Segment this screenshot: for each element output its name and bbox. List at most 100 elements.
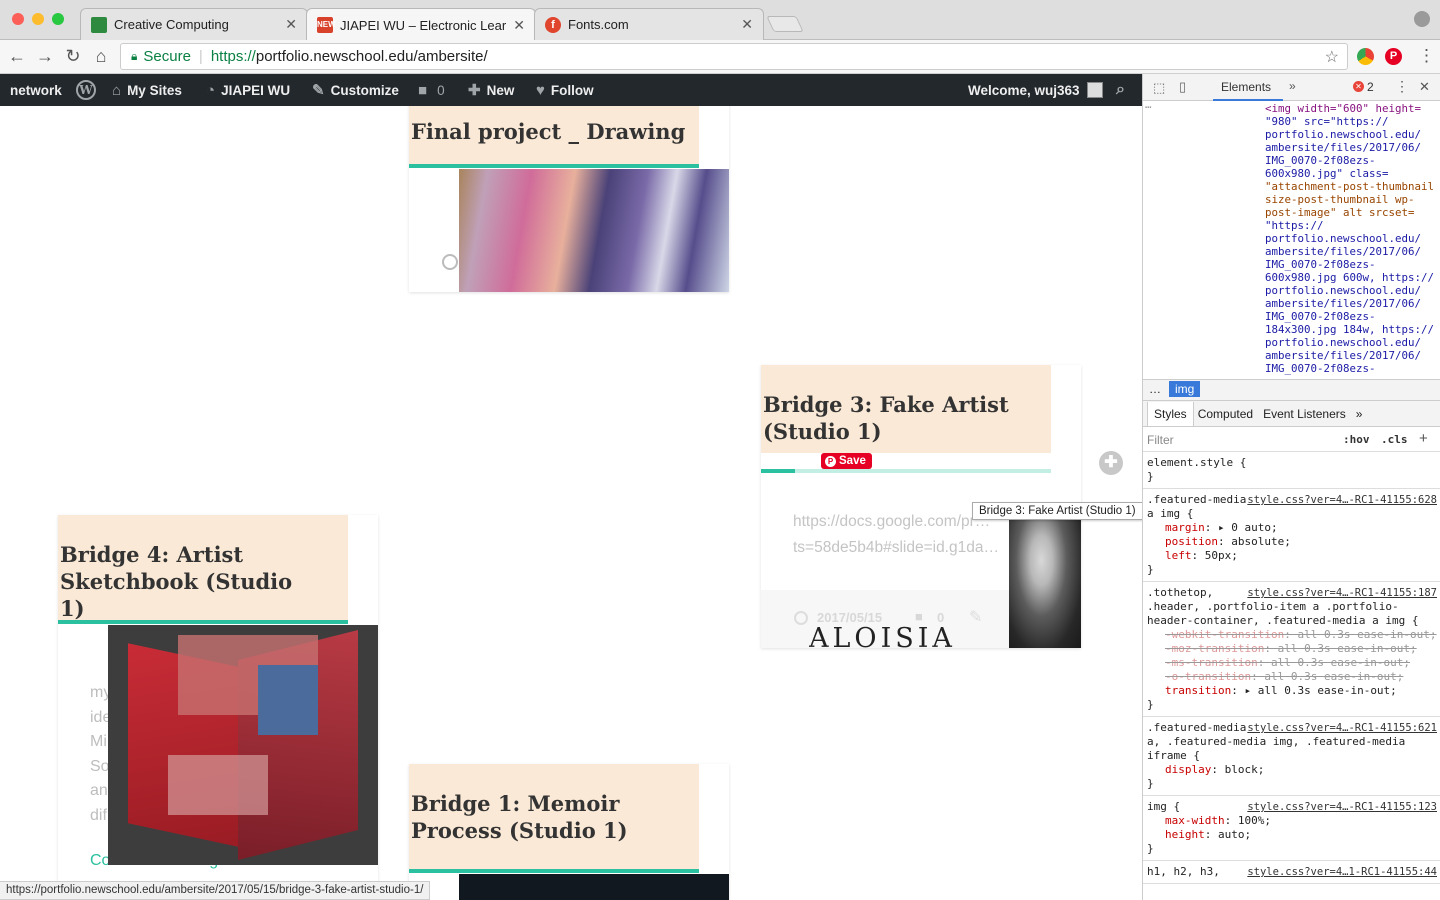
css-declaration[interactable]: display: block; bbox=[1147, 763, 1437, 777]
rule-source-link[interactable]: style.css?ver=4…-RC1-41155:621 bbox=[1247, 721, 1437, 735]
hov-toggle[interactable]: :hov bbox=[1343, 433, 1370, 446]
portfolio-card-final-project[interactable]: Final project _ Drawing bbox=[409, 106, 729, 292]
css-property: left bbox=[1165, 549, 1192, 562]
portfolio-card-bridge-1[interactable]: Bridge 1: Memoir Process (Studio 1) bbox=[409, 764, 729, 900]
tab-computed[interactable]: Computed bbox=[1198, 407, 1253, 421]
zoom-window-button[interactable] bbox=[52, 13, 64, 25]
css-rule[interactable]: style.css?ver=4…-RC1-41155:123 img {max-w… bbox=[1143, 796, 1440, 861]
tab-elements[interactable]: Elements bbox=[1221, 80, 1271, 94]
css-declaration[interactable]: max-width: 100%; bbox=[1147, 814, 1437, 828]
comments-link[interactable]: ■ 0 bbox=[418, 74, 445, 106]
source-line: IMG_0070-2f08ezs- bbox=[1265, 154, 1376, 167]
reload-icon[interactable]: ↻ bbox=[62, 46, 84, 67]
address-bar[interactable]: 🔒︎ Secure | https:// portfolio.newschool… bbox=[120, 43, 1348, 70]
breadcrumb-img[interactable]: img bbox=[1169, 381, 1201, 397]
search-icon[interactable]: ⌕ bbox=[1116, 74, 1125, 106]
new-tab-button[interactable] bbox=[766, 16, 804, 32]
site-name-menu[interactable]: ◔ JIAPEI WU bbox=[206, 74, 290, 106]
css-property: -ms-transition bbox=[1165, 656, 1258, 669]
follow-label: Follow bbox=[550, 82, 594, 98]
browser-tab[interactable]: Creative Computing ✕ bbox=[80, 8, 308, 40]
css-value: all 0.3s ease-in-out; bbox=[1297, 628, 1437, 641]
portrait-image[interactable] bbox=[1009, 513, 1081, 648]
my-sites-menu[interactable]: ⌂ My Sites bbox=[112, 74, 182, 106]
error-icon[interactable]: ✕ bbox=[1353, 81, 1364, 92]
devtools-menu-icon[interactable]: ⋮ bbox=[1395, 78, 1409, 95]
dom-source[interactable]: … <img width="600" height= "980" src="htt… bbox=[1143, 102, 1440, 379]
css-declaration[interactable]: position: absolute; bbox=[1147, 535, 1437, 549]
back-icon[interactable]: ← bbox=[6, 46, 28, 67]
rule-source-link[interactable]: style.css?ver=4…-RC1-41155:187 bbox=[1247, 586, 1437, 600]
pinterest-save-button[interactable]: P Save bbox=[821, 453, 872, 469]
card-title[interactable]: Bridge 3: Fake Artist (Studio 1) bbox=[763, 391, 1023, 445]
follow-button[interactable]: ♥ Follow bbox=[536, 74, 594, 106]
close-window-button[interactable] bbox=[12, 13, 24, 25]
rule-close-brace: } bbox=[1147, 842, 1154, 855]
wordpress-logo[interactable]: W bbox=[76, 74, 96, 106]
customize-label: Customize bbox=[330, 82, 399, 98]
edit-icon[interactable]: ✎ bbox=[969, 607, 982, 627]
device-toolbar-icon[interactable]: ▯ bbox=[1179, 79, 1186, 95]
expand-icon[interactable]: ✚ bbox=[1099, 451, 1123, 475]
featured-image[interactable] bbox=[459, 169, 729, 292]
css-colon: : bbox=[1211, 763, 1225, 776]
account-menu[interactable]: Welcome, wuj363 bbox=[968, 74, 1103, 106]
ellipsis-icon: … bbox=[1145, 102, 1152, 111]
css-declaration[interactable]: left: 50px; bbox=[1147, 549, 1437, 563]
network-menu[interactable]: network bbox=[10, 74, 62, 106]
css-rule[interactable]: element.style {} bbox=[1143, 452, 1440, 489]
comments-count[interactable]: 0 bbox=[937, 610, 944, 625]
css-declaration[interactable]: -moz-transition: all 0.3s ease-in-out; bbox=[1147, 642, 1437, 656]
featured-image[interactable] bbox=[459, 874, 729, 900]
card-title[interactable]: Bridge 1: Memoir Process (Studio 1) bbox=[411, 790, 671, 844]
css-declaration[interactable]: margin: ▸ 0 auto; bbox=[1147, 521, 1437, 535]
css-rule[interactable]: style.css?ver=4…1-RC1-41155:44 h1, h2, h3… bbox=[1143, 861, 1440, 884]
breadcrumb-ellipsis[interactable]: … bbox=[1149, 382, 1161, 396]
pinterest-extension-icon[interactable]: P bbox=[1385, 48, 1402, 65]
customize-link[interactable]: ✎ Customize bbox=[312, 74, 399, 106]
css-declaration[interactable]: -ms-transition: all 0.3s ease-in-out; bbox=[1147, 656, 1437, 670]
filter-input[interactable]: Filter bbox=[1147, 433, 1174, 447]
portfolio-card-bridge-4[interactable]: Bridge 4: Artist Sketchbook (Studio 1) m… bbox=[58, 515, 378, 900]
source-line: IMG_0070-2f08ezs- bbox=[1265, 362, 1376, 375]
close-tab-icon[interactable]: ✕ bbox=[285, 16, 297, 33]
featured-image[interactable] bbox=[108, 625, 378, 865]
extension-icon[interactable] bbox=[1357, 48, 1374, 65]
css-rule[interactable]: style.css?ver=4…-RC1-41155:187 .tothetop,… bbox=[1143, 582, 1440, 717]
close-tab-icon[interactable]: ✕ bbox=[513, 17, 525, 34]
cls-toggle[interactable]: .cls bbox=[1381, 433, 1408, 446]
menu-icon[interactable]: ⋮ bbox=[1418, 46, 1435, 66]
more-tabs-icon[interactable]: » bbox=[1289, 79, 1296, 93]
css-value: auto; bbox=[1218, 828, 1252, 841]
card-title[interactable]: Final project _ Drawing bbox=[411, 118, 685, 145]
bookmark-star-icon[interactable]: ☆ bbox=[1325, 47, 1339, 67]
inspect-element-icon[interactable]: ⬚ bbox=[1153, 80, 1165, 96]
forward-icon[interactable]: → bbox=[34, 46, 56, 67]
css-rule[interactable]: style.css?ver=4…-RC1-41155:628 .featured-… bbox=[1143, 489, 1440, 582]
post-date[interactable]: 2017/05/15 bbox=[817, 610, 882, 625]
card-title[interactable]: Bridge 4: Artist Sketchbook (Studio 1) bbox=[60, 541, 320, 622]
add-rule-icon[interactable]: + bbox=[1419, 430, 1428, 447]
browser-tab[interactable]: f Fonts.com ✕ bbox=[534, 8, 764, 40]
new-content-menu[interactable]: ✚ New bbox=[468, 74, 514, 106]
home-icon[interactable]: ⌂ bbox=[90, 46, 112, 67]
rule-source-link[interactable]: style.css?ver=4…-RC1-41155:123 bbox=[1247, 800, 1437, 814]
more-tabs-icon[interactable]: » bbox=[1356, 407, 1363, 421]
css-declaration[interactable]: height: auto; bbox=[1147, 828, 1437, 842]
css-property: -o-transition bbox=[1165, 670, 1252, 683]
rule-source-link[interactable]: style.css?ver=4…-RC1-41155:628 bbox=[1247, 493, 1437, 507]
minimize-window-button[interactable] bbox=[32, 13, 44, 25]
close-tab-icon[interactable]: ✕ bbox=[741, 16, 753, 33]
rule-source-link[interactable]: style.css?ver=4…1-RC1-41155:44 bbox=[1247, 865, 1437, 879]
error-count[interactable]: 2 bbox=[1367, 80, 1374, 94]
browser-tab-active[interactable]: NEW JIAPEI WU – Electronic Learnin ✕ bbox=[306, 8, 536, 41]
css-declaration[interactable]: transition: ▸ all 0.3s ease-in-out; bbox=[1147, 684, 1437, 698]
tab-styles[interactable]: Styles bbox=[1147, 401, 1194, 426]
comment-icon: ■ bbox=[915, 609, 923, 624]
close-devtools-icon[interactable]: ✕ bbox=[1419, 79, 1430, 95]
tab-event-listeners[interactable]: Event Listeners bbox=[1263, 407, 1346, 421]
css-rule[interactable]: style.css?ver=4…-RC1-41155:621 .featured-… bbox=[1143, 717, 1440, 796]
profile-icon[interactable] bbox=[1414, 11, 1430, 27]
css-declaration[interactable]: -o-transition: all 0.3s ease-in-out; bbox=[1147, 670, 1437, 684]
css-declaration[interactable]: -webkit-transition: all 0.3s ease-in-out… bbox=[1147, 628, 1437, 642]
